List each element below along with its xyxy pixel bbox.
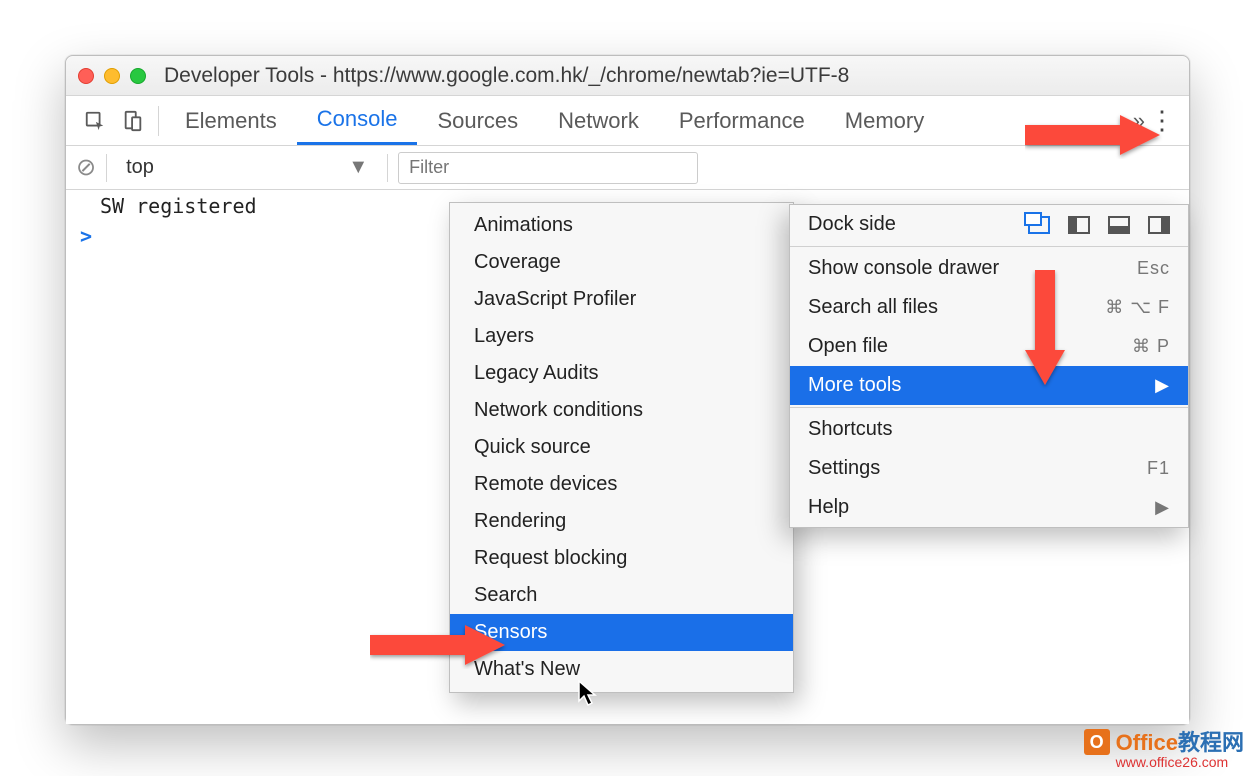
menu-shortcut: ⌘ P	[1132, 336, 1170, 357]
submenu-item-layers[interactable]: Layers	[450, 318, 793, 355]
watermark: O Office教程网 www.office26.com	[1084, 729, 1244, 770]
menu-item-more-tools[interactable]: More tools ▶	[790, 366, 1188, 405]
context-value: top	[126, 156, 154, 179]
filter-input[interactable]	[398, 152, 698, 184]
dock-left-icon[interactable]	[1068, 216, 1090, 234]
submenu-item-request-blocking[interactable]: Request blocking	[450, 540, 793, 577]
watermark-logo-icon: O	[1084, 729, 1110, 755]
menu-shortcut: Esc	[1137, 258, 1170, 279]
watermark-text: 教程网	[1178, 730, 1244, 755]
zoom-window-button[interactable]	[130, 68, 146, 84]
menu-label: Help	[808, 496, 849, 519]
menu-label: More tools	[808, 374, 901, 397]
overflow-tabs-icon[interactable]: »	[1133, 108, 1145, 134]
dock-popout-icon[interactable]	[1028, 216, 1050, 234]
submenu-item-animations[interactable]: Animations	[450, 207, 793, 244]
submenu-item-network-conditions[interactable]: Network conditions	[450, 392, 793, 429]
menu-label: Open file	[808, 335, 888, 358]
tabbar: Elements Console Sources Network Perform…	[66, 96, 1189, 146]
submenu-item-whats-new[interactable]: What's New	[450, 651, 793, 688]
submenu-item-sensors[interactable]: Sensors	[450, 614, 793, 651]
submenu-item-quick-source[interactable]: Quick source	[450, 429, 793, 466]
kebab-menu-icon[interactable]: ⋮	[1145, 105, 1179, 136]
more-tools-submenu: Animations Coverage JavaScript Profiler …	[449, 202, 794, 693]
menu-item-shortcuts[interactable]: Shortcuts	[790, 410, 1188, 449]
menu-item-help[interactable]: Help ▶	[790, 488, 1188, 527]
menu-shortcut: F1	[1147, 458, 1170, 479]
console-toolbar: ⊘ top ▼	[66, 146, 1189, 190]
tabbar-divider	[158, 106, 159, 136]
menu-label: Search all files	[808, 296, 938, 319]
main-menu: Dock side Show console drawer Esc Search…	[789, 204, 1189, 528]
menu-item-search-all-files[interactable]: Search all files ⌘ ⌥ F	[790, 288, 1188, 327]
submenu-arrow-icon: ▶	[1155, 497, 1170, 518]
toolbar-divider	[106, 154, 107, 182]
submenu-arrow-icon: ▶	[1155, 375, 1170, 396]
traffic-lights	[78, 68, 146, 84]
watermark-text: Office	[1116, 730, 1178, 755]
submenu-item-legacy-audits[interactable]: Legacy Audits	[450, 355, 793, 392]
watermark-url: www.office26.com	[1116, 755, 1229, 770]
menu-label: Show console drawer	[808, 257, 999, 280]
tab-sources[interactable]: Sources	[417, 97, 538, 145]
tab-network[interactable]: Network	[538, 97, 659, 145]
inspect-element-icon[interactable]	[76, 101, 114, 141]
menu-item-settings[interactable]: Settings F1	[790, 449, 1188, 488]
submenu-item-javascript-profiler[interactable]: JavaScript Profiler	[450, 281, 793, 318]
dock-side-label: Dock side	[808, 213, 896, 236]
window-title: Developer Tools - https://www.google.com…	[164, 64, 849, 88]
submenu-item-remote-devices[interactable]: Remote devices	[450, 466, 793, 503]
close-window-button[interactable]	[78, 68, 94, 84]
context-selector[interactable]: top ▼	[117, 153, 377, 183]
menu-item-show-console-drawer[interactable]: Show console drawer Esc	[790, 249, 1188, 288]
menu-separator	[790, 407, 1188, 408]
dock-right-icon[interactable]	[1148, 216, 1170, 234]
menu-item-open-file[interactable]: Open file ⌘ P	[790, 327, 1188, 366]
minimize-window-button[interactable]	[104, 68, 120, 84]
tab-performance[interactable]: Performance	[659, 97, 825, 145]
tab-console[interactable]: Console	[297, 97, 418, 145]
dock-side-row: Dock side	[790, 205, 1188, 244]
submenu-item-search[interactable]: Search	[450, 577, 793, 614]
titlebar: Developer Tools - https://www.google.com…	[66, 56, 1189, 96]
menu-separator	[790, 246, 1188, 247]
clear-console-icon[interactable]: ⊘	[76, 153, 96, 182]
tab-elements[interactable]: Elements	[165, 97, 297, 145]
dock-bottom-icon[interactable]	[1108, 216, 1130, 234]
menu-label: Settings	[808, 457, 880, 480]
devtools-window: Developer Tools - https://www.google.com…	[65, 55, 1190, 725]
chevron-down-icon: ▼	[348, 156, 368, 179]
menu-shortcut: ⌘ ⌥ F	[1105, 297, 1170, 318]
device-toolbar-icon[interactable]	[114, 101, 152, 141]
toolbar-divider	[387, 154, 388, 182]
submenu-item-rendering[interactable]: Rendering	[450, 503, 793, 540]
tab-memory[interactable]: Memory	[825, 97, 944, 145]
menu-label: Shortcuts	[808, 418, 892, 441]
submenu-item-coverage[interactable]: Coverage	[450, 244, 793, 281]
